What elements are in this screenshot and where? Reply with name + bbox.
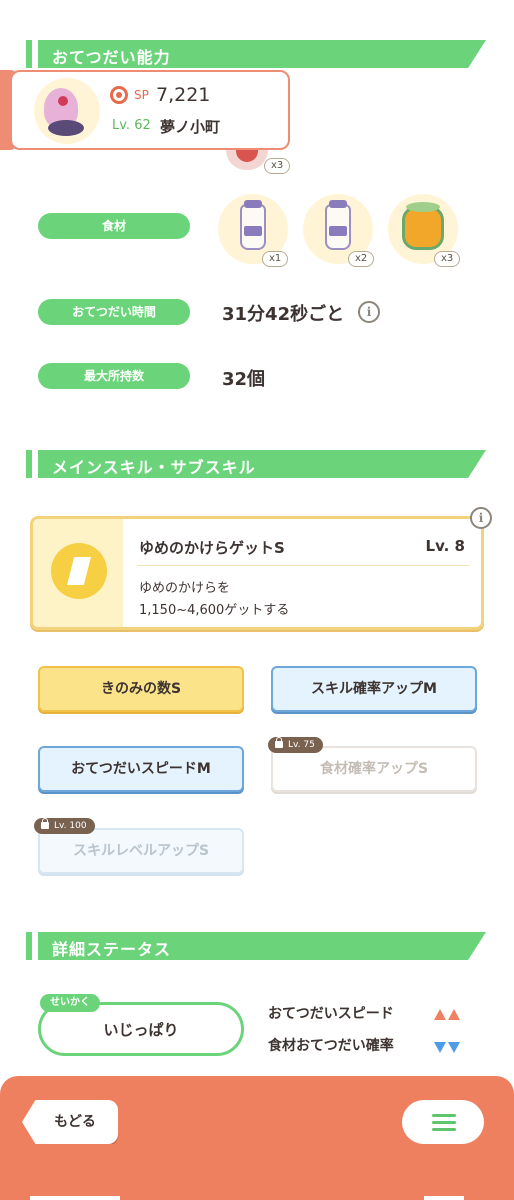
lock-icon bbox=[275, 737, 283, 748]
ingredient-count: x2 bbox=[348, 251, 375, 267]
pokemon-detail-page: おてつだい能力 x3 SP 7,221 Lv. 62 夢ノ小町 食材 x1 x2… bbox=[0, 0, 514, 1200]
ingredient-count: x3 bbox=[434, 251, 461, 267]
sp-value: 7,221 bbox=[156, 84, 211, 106]
nature-up-stat: おてつだいスピード bbox=[268, 1006, 394, 1022]
nature-down-stat: 食材おてつだい確率 bbox=[268, 1038, 394, 1054]
ingredient-count: x1 bbox=[262, 251, 289, 267]
pokemon-level: Lv. 62 bbox=[112, 118, 151, 133]
main-skill-level: Lv. 8 bbox=[425, 537, 465, 555]
section-title: おてつだい能力 bbox=[52, 48, 171, 67]
info-icon[interactable]: i bbox=[358, 301, 380, 323]
main-skill-name: ゆめのかけらゲットS bbox=[139, 539, 285, 557]
bottom-nav-bar: もどる bbox=[0, 1076, 514, 1200]
help-time-label: おてつだい時間 bbox=[38, 299, 190, 325]
section-header-help-ability: おてつだい能力 bbox=[26, 40, 486, 68]
honey-jar-icon bbox=[402, 206, 444, 250]
stat-down-arrows bbox=[432, 1038, 460, 1057]
main-skill-description: ゆめのかけらを bbox=[139, 581, 231, 596]
content-peek bbox=[30, 1196, 120, 1200]
lock-level-tag: Lv. 75 bbox=[268, 737, 323, 753]
section-header-details: 詳細ステータス bbox=[26, 932, 486, 960]
milk-bottle-icon bbox=[325, 204, 351, 250]
help-time-value: 31分42秒ごと bbox=[222, 304, 345, 325]
divider bbox=[137, 565, 469, 566]
sub-skill-3[interactable]: おてつだいスピードM bbox=[38, 746, 244, 792]
lock-level-tag: Lv. 100 bbox=[34, 818, 95, 834]
sub-skill-5[interactable]: スキルレベルアップS bbox=[38, 828, 244, 874]
stat-up-arrows bbox=[432, 1005, 460, 1024]
hamburger-icon bbox=[432, 1114, 456, 1117]
section-title: 詳細ステータス bbox=[52, 940, 172, 959]
pokemon-avatar bbox=[34, 78, 100, 144]
pokemon-summary-card[interactable]: SP 7,221 Lv. 62 夢ノ小町 bbox=[10, 70, 290, 150]
section-title: メインスキル・サブスキル bbox=[52, 458, 256, 477]
berry-icon bbox=[226, 150, 268, 170]
sp-icon bbox=[110, 86, 128, 104]
main-skill-card[interactable]: ゆめのかけらゲットS Lv. 8 ゆめのかけらを 1,150~4,600ゲットす… bbox=[30, 516, 484, 630]
max-carry-label: 最大所持数 bbox=[38, 363, 190, 389]
back-button[interactable]: もどる bbox=[22, 1100, 118, 1144]
berry-count-badge: x3 bbox=[264, 158, 291, 174]
pokemon-name: 夢ノ小町 bbox=[160, 118, 221, 136]
ingredients-label: 食材 bbox=[38, 213, 190, 239]
sub-skill-2[interactable]: スキル確率アップM bbox=[271, 666, 477, 712]
sp-label: SP bbox=[134, 88, 149, 102]
max-carry-value: 32個 bbox=[222, 369, 266, 390]
sub-skill-1[interactable]: きのみの数S bbox=[38, 666, 244, 712]
menu-button[interactable] bbox=[402, 1100, 484, 1144]
content-peek bbox=[424, 1196, 464, 1200]
nature-tag: せいかく bbox=[40, 994, 100, 1012]
lock-icon bbox=[41, 818, 49, 829]
milk-bottle-icon bbox=[240, 204, 266, 250]
dream-shard-icon bbox=[51, 543, 107, 599]
section-header-skills: メインスキル・サブスキル bbox=[26, 450, 486, 478]
main-skill-description: 1,150~4,600ゲットする bbox=[139, 603, 290, 618]
nature-value: いじっぱり bbox=[103, 1021, 179, 1039]
info-icon[interactable]: i bbox=[470, 507, 492, 529]
